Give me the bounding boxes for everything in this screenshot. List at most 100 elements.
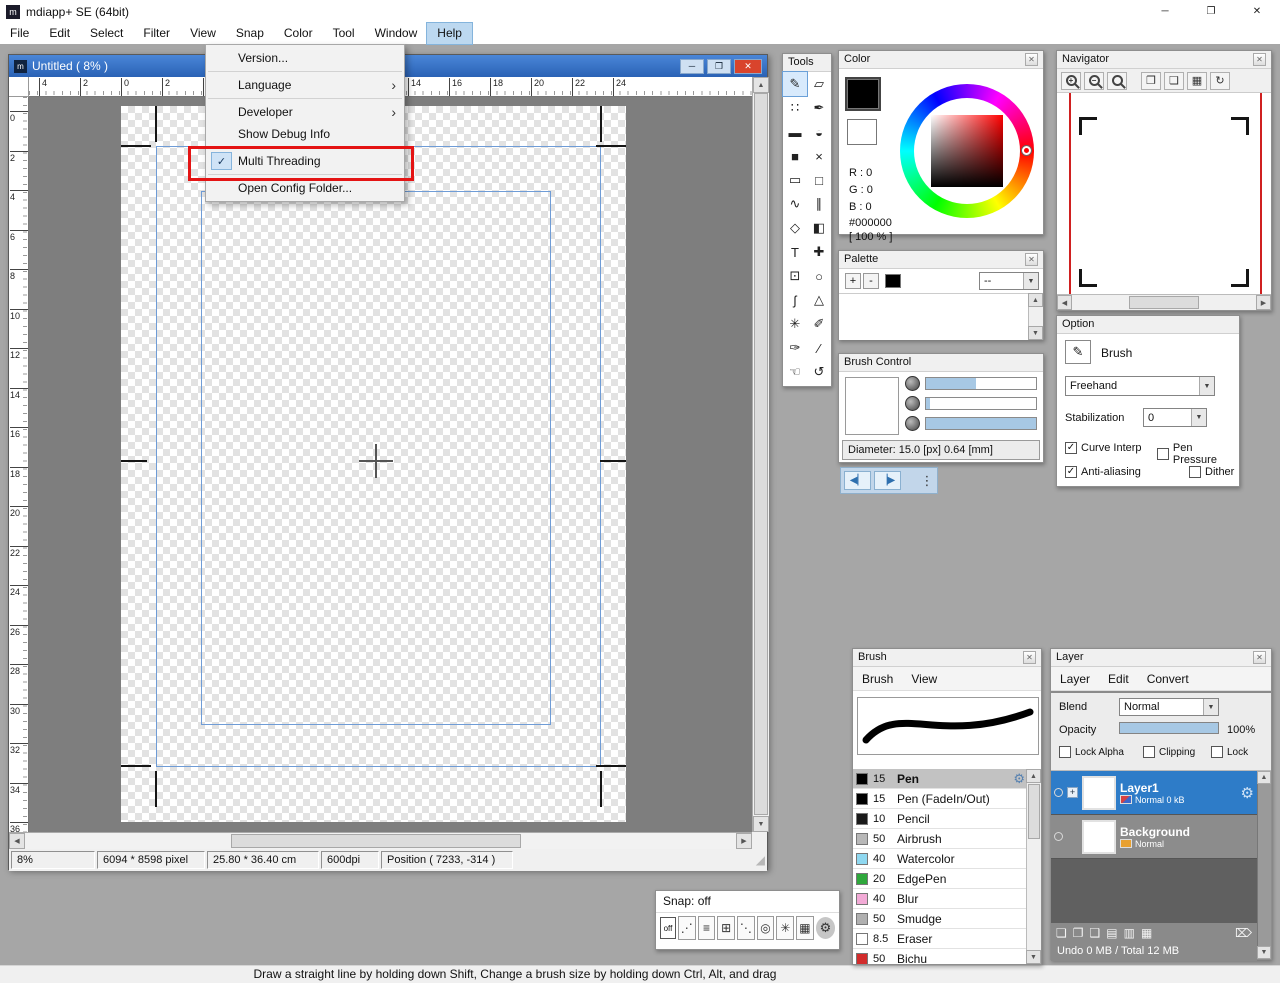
snap-parallel-icon[interactable]: ⋰ [678, 916, 696, 940]
scroll-up-arrow[interactable]: ▲ [753, 77, 769, 93]
help-menu-item-version[interactable]: Version... [206, 47, 404, 69]
brush-item-blur[interactable]: 40Blur [853, 889, 1028, 909]
duplicate-layer-icon[interactable]: ❐ [1073, 926, 1084, 940]
tool-select-rect[interactable]: ⊡ [783, 264, 807, 288]
scroll-up-arrow[interactable]: ▲ [1026, 769, 1041, 783]
nav-fit-window-icon-button[interactable]: ❐ [1141, 72, 1161, 90]
draw-mode-dropdown[interactable]: Freehand ▼ [1065, 376, 1215, 396]
snap-concentric-icon[interactable]: ◎ [757, 916, 775, 940]
gear-icon[interactable]: ⚙ [1013, 771, 1025, 787]
transfer-layer-icon[interactable]: ▥ [1124, 926, 1135, 940]
layer-menu-edit[interactable]: Edit [1099, 672, 1138, 686]
gear-icon[interactable]: ⚙ [816, 917, 835, 939]
slider-knob[interactable] [905, 396, 920, 411]
tool-eraser[interactable]: ▱ [807, 72, 831, 96]
nav-zoom-out-icon-button[interactable]: − [1084, 72, 1104, 90]
palette-color-swatch[interactable] [885, 274, 901, 288]
palette-remove-button[interactable]: - [863, 273, 879, 289]
scroll-down-arrow[interactable]: ▼ [753, 816, 769, 832]
tool-move[interactable]: ✚ [807, 240, 831, 264]
layer-scrollbar[interactable]: ▲ ▼ [1257, 771, 1271, 959]
scroll-right-arrow[interactable]: ▶ [1256, 295, 1271, 310]
diameter-slider[interactable] [925, 377, 1037, 390]
close-icon[interactable]: ✕ [1253, 651, 1266, 664]
scrollbar-vertical[interactable]: ▲ ▼ [752, 77, 769, 832]
tool-tone[interactable]: ◒ [807, 120, 831, 144]
layer-menu-convert[interactable]: Convert [1138, 672, 1198, 686]
scroll-right-arrow[interactable]: ▶ [736, 833, 752, 849]
step-forward-button[interactable]: ▕▶ [874, 471, 901, 490]
palette-scrollbar[interactable]: ▲ ▼ [1028, 293, 1043, 340]
blend-mode-dropdown[interactable]: Normal ▼ [1119, 698, 1219, 716]
snap-horizontal-icon[interactable]: ≡ [698, 916, 716, 940]
slider-knob[interactable] [905, 416, 920, 431]
brush-menu-view[interactable]: View [902, 672, 946, 686]
nav-pixel-grid-icon-button[interactable]: ▦ [1187, 72, 1207, 90]
snap-grid-icon[interactable]: ⊞ [717, 916, 735, 940]
tool-measure[interactable]: ∕ [807, 336, 831, 360]
saturation-value-box[interactable] [931, 115, 1003, 187]
checkbox-pen-pressure[interactable]: Pen Pressure [1157, 442, 1239, 466]
snap-radial-icon[interactable]: ✳ [776, 916, 794, 940]
document-maximize-button[interactable]: ❐ [707, 59, 731, 74]
snap-perspective-icon[interactable]: ⋱ [737, 916, 755, 940]
tool-fill[interactable]: ■ [783, 144, 807, 168]
document-close-button[interactable]: ✕ [734, 59, 762, 74]
menu-help[interactable]: Help [427, 23, 472, 44]
brush-scrollbar[interactable]: ▲ ▼ [1026, 769, 1041, 964]
tool-parallel-lines[interactable]: ∥ [807, 192, 831, 216]
tool-hand[interactable]: ☜ [783, 360, 807, 384]
menu-color[interactable]: Color [274, 23, 323, 44]
maximize-button[interactable]: ❐ [1188, 0, 1234, 23]
menu-tool[interactable]: Tool [323, 23, 365, 44]
brush-item-pen[interactable]: 15Pen⚙ [853, 769, 1028, 789]
tool-rect[interactable]: □ [807, 168, 831, 192]
tool-marker[interactable]: ▬ [783, 120, 807, 144]
tool-text[interactable]: T [783, 240, 807, 264]
tool-select-polygon[interactable]: △ [807, 288, 831, 312]
tool-select-pen[interactable]: ✐ [807, 312, 831, 336]
scrollbar-thumb[interactable] [754, 93, 768, 815]
menu-filter[interactable]: Filter [133, 23, 180, 44]
tool-magic-wand[interactable]: ✳ [783, 312, 807, 336]
menu-select[interactable]: Select [80, 23, 133, 44]
brush-item-eraser[interactable]: 8.5Eraser [853, 929, 1028, 949]
brush-item-airbrush[interactable]: 50Airbrush [853, 829, 1028, 849]
tool-rounded-rect[interactable]: ▭ [783, 168, 807, 192]
checkbox-curve-interp[interactable]: ✓Curve Interp [1065, 442, 1142, 454]
scroll-down-arrow[interactable]: ▼ [1257, 946, 1271, 959]
min-size-slider[interactable] [925, 397, 1037, 410]
visibility-dot[interactable] [1054, 788, 1063, 797]
checkbox-lock-alpha[interactable]: Lock Alpha [1059, 746, 1124, 758]
nav-rotate-reset-icon-button[interactable]: ↻ [1210, 72, 1230, 90]
brush-item-bichu[interactable]: 50Bichu [853, 949, 1028, 964]
close-icon[interactable]: ✕ [1023, 651, 1036, 664]
scroll-up-arrow[interactable]: ▲ [1257, 771, 1271, 784]
tool-select-ellipse[interactable]: ○ [807, 264, 831, 288]
tool-dot-pen[interactable]: ∷ [783, 96, 807, 120]
nav-zoom-in-icon-button[interactable]: + [1061, 72, 1081, 90]
checkbox-dither[interactable]: Dither [1189, 466, 1234, 478]
delete-layer-icon[interactable]: ⌦ [1235, 926, 1252, 940]
tool-gradient[interactable]: ◧ [807, 216, 831, 240]
kebab-menu-icon[interactable]: ⋮ [920, 473, 934, 489]
brush-item-smudge[interactable]: 50Smudge [853, 909, 1028, 929]
flatten-icon[interactable]: ▦ [1141, 926, 1152, 940]
checkbox-anti-aliasing[interactable]: ✓Anti-aliasing [1065, 466, 1141, 478]
scrollbar-thumb[interactable] [1028, 784, 1040, 839]
new-layer-icon[interactable]: ❏ [1056, 926, 1067, 940]
tool-dropper[interactable]: ✑ [783, 336, 807, 360]
close-icon[interactable]: ✕ [1025, 253, 1038, 266]
layer-menu-layer[interactable]: Layer [1051, 672, 1099, 686]
expand-icon[interactable]: + [1067, 787, 1078, 798]
brush-item-pencil[interactable]: 10Pencil [853, 809, 1028, 829]
scrollbar-thumb[interactable] [231, 834, 521, 848]
opacity-slider[interactable] [925, 417, 1037, 430]
brush-item-edgepen[interactable]: 20EdgePen [853, 869, 1028, 889]
scroll-down-arrow[interactable]: ▼ [1028, 326, 1043, 340]
minimize-button[interactable]: ─ [1142, 0, 1188, 23]
tool-lasso[interactable]: ʃ [783, 288, 807, 312]
scroll-left-arrow[interactable]: ◀ [9, 833, 25, 849]
layer-item-layer1[interactable]: +Layer1Normal 0 kB⚙ [1051, 771, 1257, 815]
scrollbar-thumb[interactable] [1129, 296, 1199, 309]
